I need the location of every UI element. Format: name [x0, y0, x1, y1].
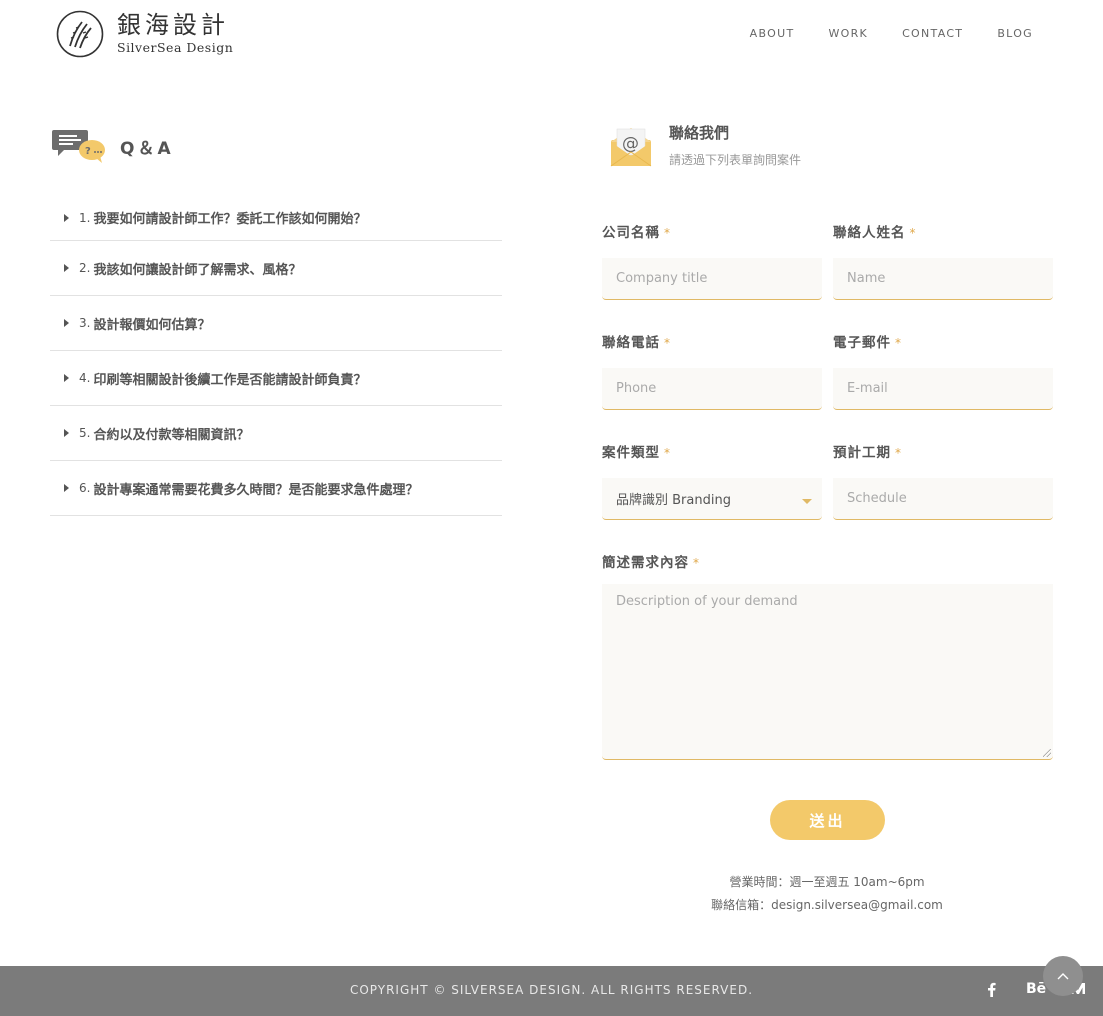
logo[interactable]: 銀海設計 SilverSea Design	[56, 10, 233, 58]
nav-contact[interactable]: CONTACT	[902, 26, 963, 42]
company-field: 公司名稱 * Company title	[602, 224, 822, 300]
schedule-placeholder: Schedule	[847, 491, 907, 506]
phone-label-text: 聯絡電話	[602, 335, 660, 351]
required-mark: *	[664, 226, 671, 240]
nav-blog[interactable]: BLOG	[997, 26, 1033, 42]
nav-about[interactable]: ABOUT	[750, 26, 795, 42]
schedule-input[interactable]: Schedule	[833, 478, 1053, 520]
type-field: 案件類型 * 品牌識別 Branding	[602, 444, 822, 520]
footer: COPYRIGHT © SILVERSEA DESIGN. ALL RIGHTS…	[0, 966, 1103, 1016]
company-placeholder: Company title	[616, 271, 708, 286]
business-hours: 營業時間：週一至週五 10am~6pm	[729, 875, 925, 889]
qa-number: 4.	[79, 371, 91, 385]
required-mark: *	[693, 556, 700, 570]
qa-item-3[interactable]: 3. 設計報價如何估算？	[50, 296, 502, 351]
schedule-field: 預計工期 * Schedule	[833, 444, 1053, 520]
logo-icon	[56, 10, 104, 58]
logo-english: SilverSea Design	[117, 40, 234, 55]
svg-text:@: @	[622, 134, 639, 154]
page: 銀海設計 SilverSea Design ABOUT WORK CONTACT…	[0, 0, 1103, 1016]
contact-header: @ 聯絡我們 請透過下列表單詢問案件	[610, 124, 801, 168]
required-mark: *	[895, 336, 902, 350]
description-label-text: 簡述需求內容	[602, 555, 689, 571]
qa-item-2[interactable]: 2. 我該如何讓設計師了解需求、風格？	[50, 241, 502, 296]
qa-item-4[interactable]: 4. 印刷等相關設計後續工作是否能請設計師負責？	[50, 351, 502, 406]
type-selected-value: 品牌識別 Branding	[616, 493, 731, 508]
qa-question: 設計專案通常需要花費多久時間？是否能要求急件處理？	[93, 482, 419, 498]
main-nav: ABOUT WORK CONTACT BLOG	[750, 26, 1033, 42]
type-label: 案件類型 *	[602, 444, 822, 462]
name-label-text: 聯絡人姓名	[833, 225, 906, 241]
logo-text: 銀海設計 SilverSea Design	[117, 11, 233, 57]
submit-button[interactable]: 送出	[770, 800, 885, 840]
nav-work[interactable]: WORK	[828, 26, 868, 42]
type-label-text: 案件類型	[602, 445, 660, 461]
qa-item-1[interactable]: 1. 我要如何請設計師工作？委託工作該如何開始？	[50, 195, 502, 241]
name-label: 聯絡人姓名 *	[833, 224, 1053, 242]
email-input[interactable]: E-mail	[833, 368, 1053, 410]
schedule-label-text: 預計工期	[833, 445, 891, 461]
qa-number: 3.	[79, 316, 91, 330]
company-input[interactable]: Company title	[602, 258, 822, 300]
facebook-icon[interactable]	[987, 982, 996, 1001]
phone-label: 聯絡電話 *	[602, 334, 822, 352]
contact-email: 聯絡信箱：design.silversea@gmail.com	[711, 898, 943, 912]
phone-placeholder: Phone	[616, 381, 657, 396]
svg-text:?: ?	[85, 146, 91, 157]
email-field: 電子郵件 * E-mail	[833, 334, 1053, 410]
caret-right-icon	[64, 429, 69, 437]
contact-title: 聯絡我們	[669, 124, 730, 142]
contact-texts: 聯絡我們 請透過下列表單詢問案件	[669, 124, 801, 168]
required-mark: *	[909, 226, 917, 240]
qa-accordion: 1. 我要如何請設計師工作？委託工作該如何開始？ 2. 我該如何讓設計師了解需求…	[50, 195, 502, 516]
description-field: 簡述需求內容 * Description of your demand	[602, 554, 1053, 760]
email-label: 電子郵件 *	[833, 334, 1053, 352]
caret-right-icon	[64, 264, 69, 272]
company-label-text: 公司名稱	[602, 225, 660, 241]
logo-chinese: 銀海設計	[117, 11, 229, 39]
name-field: 聯絡人姓名 * Name	[833, 224, 1053, 300]
chat-bubbles-icon: ?	[52, 130, 105, 163]
copyright-text: COPYRIGHT © SILVERSEA DESIGN. ALL RIGHTS…	[349, 983, 754, 997]
description-label: 簡述需求內容 *	[602, 554, 1053, 572]
required-mark: *	[664, 446, 671, 460]
qa-number: 1.	[79, 210, 91, 225]
contact-subtitle: 請透過下列表單詢問案件	[669, 153, 802, 167]
email-placeholder: E-mail	[847, 381, 888, 396]
description-placeholder: Description of your demand	[616, 594, 798, 609]
name-input[interactable]: Name	[833, 258, 1053, 300]
description-textarea[interactable]: Description of your demand	[602, 584, 1053, 760]
type-select[interactable]: 品牌識別 Branding	[602, 478, 822, 520]
qa-item-6[interactable]: 6. 設計專案通常需要花費多久時間？是否能要求急件處理？	[50, 461, 502, 516]
qa-number: 2.	[79, 261, 91, 275]
qa-question: 印刷等相關設計後續工作是否能請設計師負責？	[93, 372, 367, 388]
caret-right-icon	[64, 374, 69, 382]
name-placeholder: Name	[847, 271, 886, 286]
qa-question: 我要如何請設計師工作？委託工作該如何開始？	[93, 212, 367, 227]
qa-question: 我該如何讓設計師了解需求、風格？	[93, 262, 302, 278]
behance-icon[interactable]: Bē	[1026, 981, 1046, 997]
required-mark: *	[664, 336, 671, 350]
qa-number: 6.	[79, 481, 91, 495]
qa-header: ? Q＆A	[52, 128, 174, 164]
phone-input[interactable]: Phone	[602, 368, 822, 410]
qa-question: 設計報價如何估算？	[93, 317, 211, 333]
caret-right-icon	[64, 213, 69, 222]
qa-question: 合約以及付款等相關資訊？	[93, 427, 250, 443]
qa-item-5[interactable]: 5. 合約以及付款等相關資訊？	[50, 406, 502, 461]
company-label: 公司名稱 *	[602, 224, 822, 242]
qa-title: Q＆A	[120, 138, 174, 159]
resize-handle-icon[interactable]	[1043, 749, 1051, 757]
email-envelope-icon: @	[610, 128, 652, 167]
caret-right-icon	[64, 484, 69, 492]
caret-right-icon	[64, 319, 69, 327]
required-mark: *	[895, 446, 902, 460]
scroll-to-top-button[interactable]	[1043, 956, 1083, 996]
chevron-down-icon	[802, 499, 812, 504]
email-label-text: 電子郵件	[833, 335, 891, 351]
chevron-up-icon	[1057, 973, 1069, 980]
phone-field: 聯絡電話 * Phone	[602, 334, 822, 410]
schedule-label: 預計工期 *	[833, 444, 1053, 462]
qa-number: 5.	[79, 426, 91, 440]
